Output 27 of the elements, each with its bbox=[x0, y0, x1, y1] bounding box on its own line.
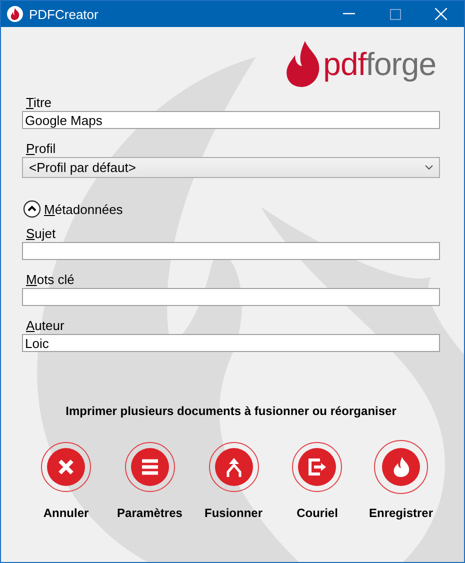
profile-dropdown[interactable]: <Profil par défaut> bbox=[22, 157, 440, 178]
field-label: Profil bbox=[26, 141, 57, 156]
action-button[interactable]: Enregistrer bbox=[362, 440, 440, 520]
chevron-down-icon bbox=[425, 165, 433, 170]
field-label: Mots clé bbox=[26, 272, 76, 287]
action-button[interactable]: Paramètres bbox=[110, 440, 189, 520]
text-field[interactable] bbox=[22, 288, 440, 306]
chevron-up-icon bbox=[23, 200, 41, 218]
field-label: Titre bbox=[26, 95, 53, 110]
field-label: Auteur bbox=[26, 318, 66, 333]
action-button[interactable]: Fusionner bbox=[194, 440, 272, 520]
logo-text: pdfforge bbox=[323, 46, 436, 82]
window-title: PDFCreator bbox=[29, 6, 100, 22]
text-field[interactable] bbox=[22, 242, 440, 260]
maximize-icon bbox=[390, 8, 400, 20]
minimize-icon bbox=[343, 13, 355, 15]
field-label: Sujet bbox=[26, 226, 57, 241]
flame-logo-icon bbox=[285, 41, 322, 87]
text-field[interactable]: Loic bbox=[22, 334, 440, 352]
metadata-expander[interactable]: Métadonnées bbox=[23, 200, 123, 218]
close-icon bbox=[435, 8, 447, 20]
title-field[interactable]: Google Maps bbox=[22, 111, 440, 129]
app-logo-icon bbox=[7, 6, 23, 22]
action-button[interactable]: Annuler bbox=[27, 440, 105, 520]
info-message: Imprimer plusieurs documents à fusionner ou réorganiser bbox=[64, 404, 398, 418]
exit-arrow-icon bbox=[306, 456, 328, 478]
action-button[interactable]: Couriel bbox=[278, 440, 356, 520]
